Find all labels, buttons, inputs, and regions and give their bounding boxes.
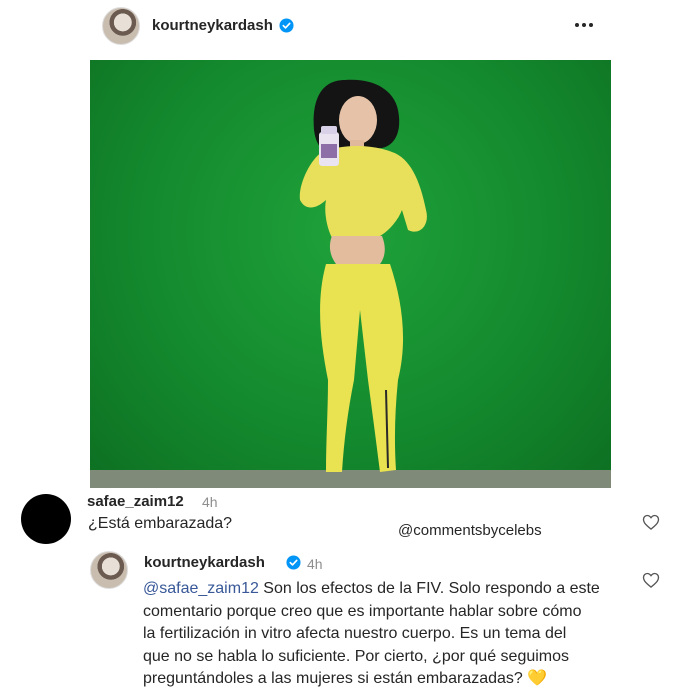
reply-line: @safae_zaim12 Son los efectos de la FIV.… (143, 578, 643, 601)
post-photo[interactable] (90, 60, 611, 488)
reply-line: que no se habla lo suficiente. Por ciert… (143, 647, 570, 665)
post-header: kourtneykardash (0, 0, 700, 54)
commenter-avatar[interactable] (21, 494, 71, 544)
reply-time: 4h (307, 556, 323, 572)
comment-time: 4h (202, 494, 218, 510)
reply-line: la fertilización in vitro afecta nuestro… (143, 625, 567, 642)
mention-link[interactable]: @safae_zaim12 (143, 580, 259, 597)
comment-text: ¿Está embarazada? (88, 515, 233, 532)
like-heart-icon[interactable] (641, 570, 661, 590)
post-author-avatar[interactable] (102, 7, 140, 45)
more-options-icon[interactable] (574, 21, 594, 29)
post-photo-figure (90, 79, 611, 488)
reply-username[interactable]: kourtneykardash (144, 554, 265, 571)
reply-author-avatar[interactable] (90, 551, 128, 589)
verified-badge-icon (286, 555, 301, 570)
like-heart-icon[interactable] (641, 512, 661, 532)
post-author-username[interactable]: kourtneykardash (152, 17, 273, 34)
watermark-text: @commentsbycelebs (398, 522, 542, 539)
reply-line: preguntándoles a las mujeres si están em… (143, 670, 548, 687)
verified-badge-icon (279, 18, 294, 33)
reply-line-1-text: Son los efectos de la FIV. Solo respondo… (258, 580, 600, 597)
comment-username[interactable]: safae_zaim12 (87, 493, 184, 510)
reply-line: comentario porque creo que es importante… (143, 602, 582, 620)
reply-text: @safae_zaim12 Son los efectos de la FIV.… (143, 578, 643, 691)
